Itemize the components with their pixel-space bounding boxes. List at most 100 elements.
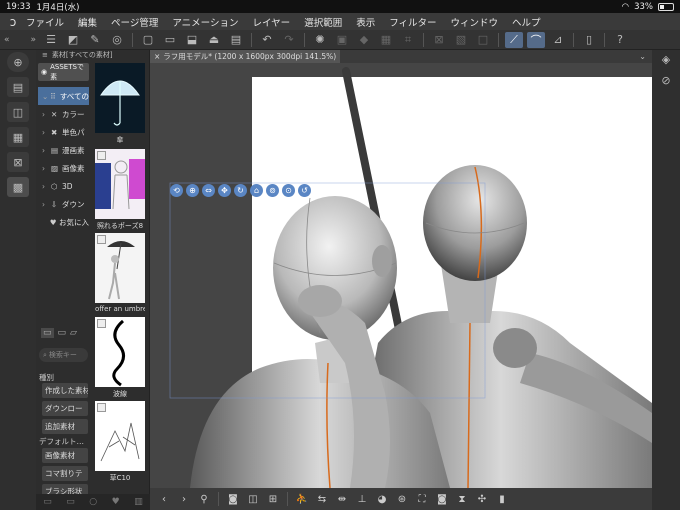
footer-heart-icon[interactable]: ♥ <box>112 497 120 507</box>
fit-icon[interactable]: ⛶ <box>413 491 431 507</box>
fill-icon[interactable]: ◆ <box>355 32 373 48</box>
save-icon[interactable]: ⬓ <box>183 32 201 48</box>
mannequin-icon[interactable]: ⧗ <box>453 491 471 507</box>
tree-item-3d[interactable]: › ⬡ 3D <box>38 177 89 195</box>
more-icon[interactable]: ▮ <box>493 491 511 507</box>
tag-frame-button[interactable]: コマ割りテ <box>42 466 88 481</box>
smartphone-icon[interactable]: ▯ <box>580 32 598 48</box>
deselect-icon[interactable]: ⊠ <box>430 32 448 48</box>
ground-plane-icon[interactable]: ⊞ <box>264 491 282 507</box>
clip-studio-logo-icon[interactable]: ↄ <box>0 15 26 29</box>
undo-icon[interactable]: ↶ <box>258 32 276 48</box>
panel-icon-2[interactable]: ◫ <box>7 102 29 122</box>
document-tab[interactable]: × ラフ用モデル* (1200 x 1600px 300dpi 141.5%) <box>150 50 341 63</box>
menu-help[interactable]: ヘルプ <box>512 15 541 29</box>
tree-item-favorites[interactable]: ♥ お気に入 <box>38 213 89 231</box>
pan-camera-icon[interactable]: ⊕ <box>186 184 199 197</box>
material-panel-icon[interactable]: ▩ <box>7 177 29 197</box>
thumbnail-umbrella[interactable]: 傘 <box>95 63 145 145</box>
chevron-down-icon[interactable]: ⌄ <box>639 52 646 61</box>
panel-icon-4[interactable]: ⊠ <box>7 152 29 172</box>
snap-grid-icon[interactable]: ⊿ <box>549 32 567 48</box>
previous-icon[interactable]: ‹ <box>155 491 173 507</box>
move-object-icon[interactable]: ✥ <box>218 184 231 197</box>
menu-selection[interactable]: 選択範囲 <box>304 15 342 29</box>
footer-circle-icon[interactable]: ○ <box>89 497 97 507</box>
wrench-icon[interactable]: ⚲ <box>195 491 213 507</box>
print-icon[interactable]: ▤ <box>227 32 245 48</box>
tree-item-all[interactable]: ⌄ ⠿ すべての <box>38 87 89 105</box>
camera-angle-icon[interactable]: ◫ <box>244 491 262 507</box>
rotate-object-icon[interactable]: ↻ <box>234 184 247 197</box>
selection-border-icon[interactable]: □ <box>474 32 492 48</box>
transform-icon[interactable]: ▦ <box>377 32 395 48</box>
collapse-right-icon[interactable]: » <box>30 35 36 45</box>
height-icon[interactable]: ⊙ <box>282 184 295 197</box>
close-tab-icon[interactable]: × <box>154 52 160 61</box>
pose-icon[interactable]: ⛹ <box>293 491 311 507</box>
menu-view[interactable]: 表示 <box>356 15 375 29</box>
redo-icon[interactable]: ↷ <box>280 32 298 48</box>
help-icon[interactable]: ? <box>611 32 629 48</box>
canvas-area[interactable]: × ラフ用モデル* (1200 x 1600px 300dpi 141.5%) … <box>150 50 652 488</box>
new-file-icon[interactable]: ▢ <box>139 32 157 48</box>
clear-icon[interactable]: ▣ <box>333 32 351 48</box>
menu-lines-icon[interactable]: ≡ <box>42 51 48 59</box>
edit-tab-icon[interactable]: ▱ <box>70 328 77 338</box>
footer-trash-icon[interactable]: ▥ <box>134 497 143 507</box>
snap-ruler-icon[interactable]: ⟋ <box>505 31 523 48</box>
zoom-camera-icon[interactable]: ⇔ <box>202 184 215 197</box>
menu-filter[interactable]: フィルター <box>389 15 436 29</box>
tree-item-manga[interactable]: › ▤ 漫画素 <box>38 141 89 159</box>
panel-icon-3[interactable]: ▦ <box>7 127 29 147</box>
invert-selection-icon[interactable]: ▧ <box>452 32 470 48</box>
hamburger-icon[interactable]: ☰ <box>42 32 60 48</box>
layers-icon[interactable]: ◈ <box>662 53 670 66</box>
menu-file[interactable]: ファイル <box>26 15 64 29</box>
ground-icon[interactable]: ⊚ <box>266 184 279 197</box>
modify-icon[interactable]: ✎ <box>86 32 104 48</box>
checkbox-icon[interactable] <box>97 319 106 328</box>
copy-tab-icon[interactable]: ▭ <box>58 328 67 338</box>
menu-edit[interactable]: 編集 <box>78 15 97 29</box>
menu-page[interactable]: ページ管理 <box>111 15 158 29</box>
loading-icon[interactable]: ✺ <box>311 32 329 48</box>
register-pose-icon[interactable]: ⊛ <box>393 491 411 507</box>
tag-added-button[interactable]: 追加素材 <box>42 419 88 434</box>
panel-icon-1[interactable]: ▤ <box>7 77 29 97</box>
zoom-tool-icon[interactable]: ⊕ <box>7 52 29 72</box>
thumbnail-wave-line[interactable]: 波線 <box>95 317 145 399</box>
photo-icon[interactable]: ◙ <box>433 491 451 507</box>
footer-icon-1[interactable]: ▭ <box>43 497 52 507</box>
material-search-input[interactable]: ⌕ 検索キー <box>39 348 88 362</box>
collapse-left-icon[interactable]: « <box>4 35 10 45</box>
rotate-axis-icon[interactable]: ⌂ <box>250 184 263 197</box>
assets-button[interactable]: ◉ ASSETSで素 <box>38 63 89 81</box>
undo-pose-icon[interactable]: ◕ <box>373 491 391 507</box>
snap-special-ruler-icon[interactable]: ⌒ <box>527 31 545 48</box>
navigator-icon[interactable]: ⊘ <box>661 74 670 87</box>
footer-icon-2[interactable]: ▭ <box>66 497 75 507</box>
flip-icon[interactable]: ⇆ <box>313 491 331 507</box>
lock-joint-icon[interactable]: ⇹ <box>333 491 351 507</box>
camera-icon[interactable]: ◙ <box>224 491 242 507</box>
export-icon[interactable]: ⏏ <box>205 32 223 48</box>
checkbox-icon[interactable] <box>97 403 106 412</box>
menu-animation[interactable]: アニメーション <box>172 15 238 29</box>
open-folder-icon[interactable]: ▭ <box>161 32 179 48</box>
tag-created-button[interactable]: 作成した素材 <box>42 383 88 398</box>
3d-model-scene[interactable] <box>150 63 652 488</box>
thumbnail-pose8[interactable]: 照れるポーズ8 <box>95 149 145 231</box>
thumbnail-grass[interactable]: 草C10 <box>95 401 145 483</box>
thumbnail-offer-umbrella[interactable]: offer an umbrella <box>95 233 145 313</box>
tag-download-button[interactable]: ダウンロー <box>42 401 88 416</box>
ground-snap-icon[interactable]: ⊥ <box>353 491 371 507</box>
menu-layer[interactable]: レイヤー <box>252 15 290 29</box>
reset-icon[interactable]: ↺ <box>298 184 311 197</box>
crop-icon[interactable]: ⌗ <box>399 32 417 48</box>
tree-item-image[interactable]: › ▨ 画像素 <box>38 159 89 177</box>
next-icon[interactable]: › <box>175 491 193 507</box>
tree-item-color[interactable]: › ✕ カラー <box>38 105 89 123</box>
quick-access-icon[interactable]: ◩ <box>64 32 82 48</box>
move-camera-icon[interactable]: ⟲ <box>170 184 183 197</box>
